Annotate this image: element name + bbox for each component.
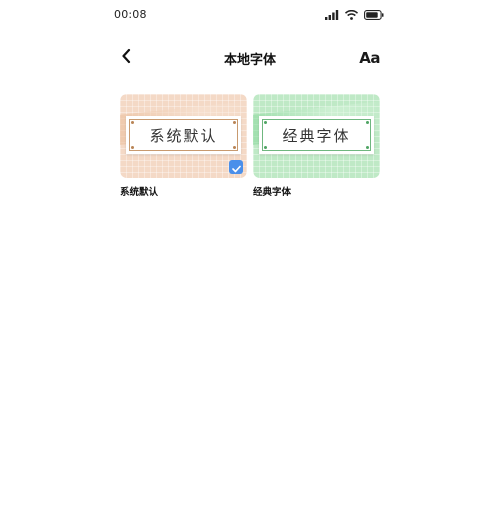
preview-text: 经典字体 bbox=[282, 127, 351, 145]
font-size-button[interactable]: Aa bbox=[359, 49, 380, 67]
font-preview[interactable]: 系统默认 bbox=[120, 94, 247, 178]
font-card-classic[interactable]: 经典字体 经典字体 bbox=[253, 94, 380, 198]
preview-text: 系统默认 bbox=[149, 127, 218, 145]
font-label: 经典字体 bbox=[253, 187, 292, 198]
check-icon bbox=[231, 158, 241, 177]
status-bar: 00:08 bbox=[110, 0, 390, 30]
font-grid: 系统默认 系统默认 经典字体 经典字体 bbox=[120, 94, 380, 198]
font-preview[interactable]: 经典字体 bbox=[253, 94, 380, 178]
wifi-icon bbox=[345, 10, 358, 20]
page-title: 本地字体 bbox=[223, 53, 276, 68]
preview-frame: 经典字体 bbox=[259, 116, 374, 154]
status-icons bbox=[325, 9, 384, 21]
battery-icon bbox=[364, 10, 384, 20]
signal-icon bbox=[325, 10, 339, 20]
phone-screen: 00:08 本地字体 Aa 系统默认 系统默认 经典字体 经典字体 bbox=[110, 0, 390, 521]
nav-bar: 本地字体 Aa bbox=[110, 42, 390, 74]
selected-check-badge bbox=[229, 160, 243, 174]
preview-frame: 系统默认 bbox=[126, 116, 241, 154]
status-time: 00:08 bbox=[114, 8, 147, 21]
font-card-system-default[interactable]: 系统默认 系统默认 bbox=[120, 94, 247, 198]
font-label: 系统默认 bbox=[120, 187, 159, 198]
